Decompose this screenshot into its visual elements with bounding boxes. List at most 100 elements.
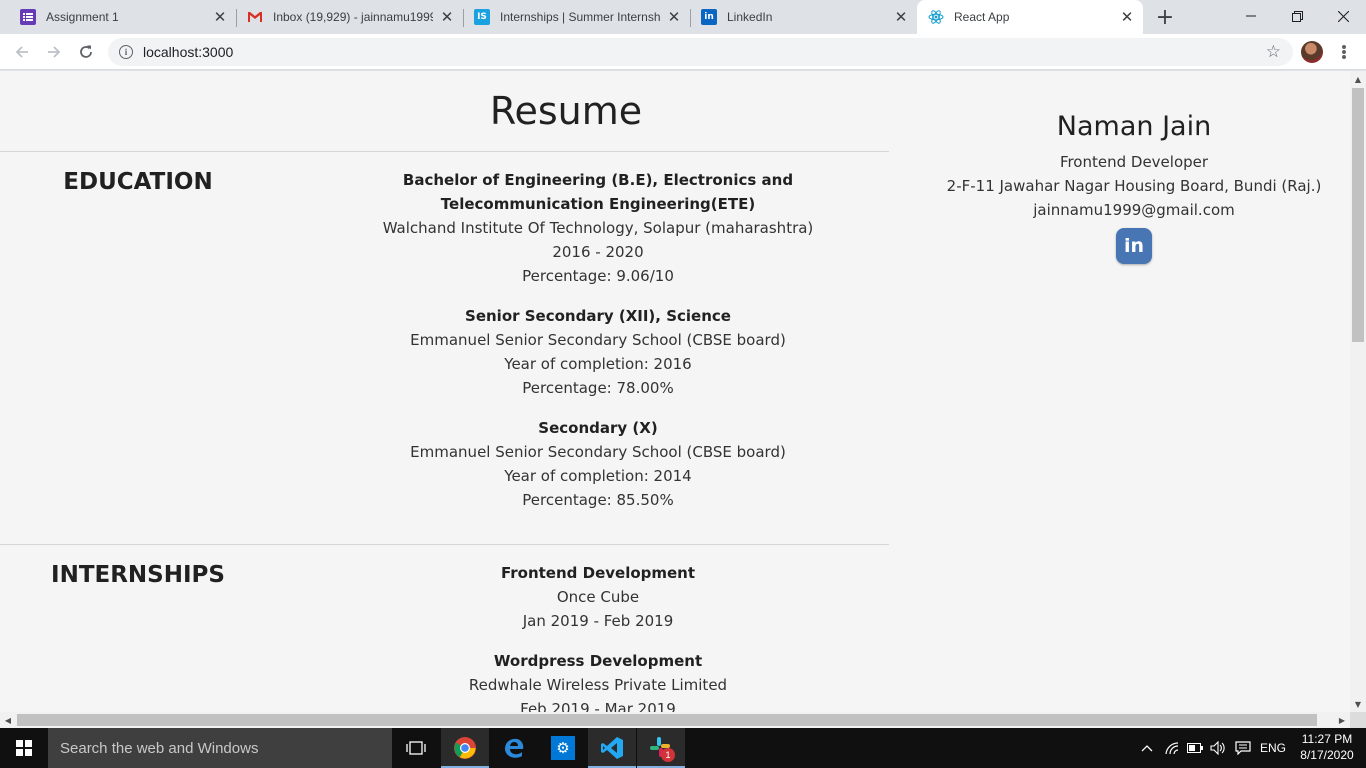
entry-years: Year of completion: 2016 — [504, 355, 692, 373]
browser-toolbar: i localhost:3000 ☆ — [0, 34, 1366, 70]
scrollbar-thumb[interactable] — [1352, 88, 1364, 342]
close-icon[interactable]: ✕ — [212, 8, 228, 26]
wifi-icon[interactable] — [1162, 728, 1182, 768]
taskbar-clock[interactable]: 11:27 PM 8/17/2020 — [1294, 731, 1360, 763]
entry-years: 2016 - 2020 — [552, 243, 644, 261]
close-icon[interactable]: ✕ — [893, 8, 909, 26]
new-tab-button[interactable]: + — [1152, 4, 1178, 30]
browser-menu-icon[interactable] — [1336, 40, 1352, 64]
entry-title: Secondary (X) — [538, 419, 658, 437]
education-entry: Senior Secondary (XII), Science Emmanuel… — [306, 304, 890, 400]
chrome-icon[interactable] — [441, 728, 489, 768]
taskbar-search-box[interactable]: Search the web and Windows — [48, 728, 392, 768]
profile-avatar[interactable] — [1301, 41, 1323, 63]
scroll-left-arrow-icon[interactable]: ◀ — [0, 712, 16, 728]
entry-score: Percentage: 78.00% — [522, 379, 674, 397]
education-entries: Bachelor of Engineering (B.E), Electroni… — [306, 168, 890, 528]
slack-icon[interactable]: 1 — [637, 728, 685, 768]
entry-institution: Emmanuel Senior Secondary School (CBSE b… — [410, 443, 786, 461]
linkedin-icon[interactable]: in — [1116, 228, 1152, 264]
battery-icon[interactable] — [1185, 728, 1205, 768]
back-arrow-icon — [15, 46, 28, 58]
tab-title: LinkedIn — [727, 10, 773, 24]
gmail-icon — [247, 9, 263, 25]
edge-icon[interactable] — [490, 728, 538, 768]
maximize-button[interactable] — [1274, 0, 1320, 32]
entry-title: Bachelor of Engineering (B.E), Electroni… — [402, 171, 794, 213]
start-button[interactable] — [0, 728, 48, 768]
tab-assignment[interactable]: Assignment 1 ✕ — [0, 0, 236, 34]
windows-logo-icon — [16, 740, 32, 756]
entry-dates: Jan 2019 - Feb 2019 — [522, 612, 674, 630]
scroll-down-arrow-icon[interactable]: ▼ — [1350, 696, 1366, 712]
entry-company: Redwhale Wireless Private Limited — [468, 676, 728, 694]
profile-card: Naman Jain Frontend Developer 2-F-11 Jaw… — [900, 111, 1350, 264]
profile-email[interactable]: jainnamu1999@gmail.com — [900, 198, 1350, 222]
internship-entry: Wordpress Development Redwhale Wireless … — [306, 649, 890, 712]
entry-score: Percentage: 9.06/10 — [522, 267, 674, 285]
tab-gmail[interactable]: Inbox (19,929) - jainnamu1999 ✕ — [227, 0, 463, 34]
entry-score: Percentage: 85.50% — [522, 491, 674, 509]
react-icon — [928, 9, 944, 25]
profile-role: Frontend Developer — [1059, 153, 1209, 171]
input-language-indicator[interactable]: ENG — [1257, 728, 1289, 768]
show-hidden-icons-chevron-icon[interactable] — [1138, 728, 1156, 768]
clock-time: 11:27 PM — [1301, 732, 1353, 746]
back-button[interactable] — [8, 38, 36, 66]
scrollbar-thumb[interactable] — [17, 714, 1317, 726]
entry-title: Wordpress Development — [493, 652, 703, 670]
entry-company: Once Cube — [556, 588, 640, 606]
section-heading-internships: INTERNSHIPS — [51, 562, 225, 588]
tab-react-app[interactable]: React App ✕ — [917, 0, 1143, 34]
profile-name: Naman Jain — [1056, 111, 1212, 142]
profile-address: 2-F-11 Jawahar Nagar Housing Board, Bund… — [946, 177, 1322, 195]
forward-button[interactable] — [40, 38, 68, 66]
vscode-icon[interactable] — [588, 728, 636, 768]
tab-title: Inbox (19,929) - jainnamu1999 — [273, 10, 433, 24]
internshala-icon: IS — [474, 9, 490, 25]
site-info-icon[interactable]: i — [119, 45, 133, 59]
entry-institution: Walchand Institute Of Technology, Solapu… — [382, 219, 814, 237]
entry-years: Year of completion: 2014 — [504, 467, 692, 485]
close-icon[interactable]: ✕ — [439, 8, 455, 26]
tab-title: React App — [954, 10, 1010, 24]
tab-strip: Assignment 1 ✕ Inbox (19,929) - jainnamu… — [0, 0, 1366, 34]
internship-entry: Frontend Development Once Cube Jan 2019 … — [306, 561, 890, 633]
settings-icon[interactable]: ⚙ — [539, 728, 587, 768]
close-window-button[interactable] — [1320, 0, 1366, 32]
section-heading-education: EDUCATION — [63, 169, 213, 195]
clock-date: 8/17/2020 — [1300, 748, 1354, 762]
section-divider — [0, 544, 889, 545]
scroll-right-arrow-icon[interactable]: ▶ — [1334, 712, 1350, 728]
url-text[interactable]: localhost:3000 — [143, 44, 233, 60]
tab-internships[interactable]: IS Internships | Summer Internshi ✕ — [454, 0, 690, 34]
linkedin-icon: in — [701, 9, 717, 25]
scroll-up-arrow-icon[interactable]: ▲ — [1350, 71, 1366, 87]
entry-title: Frontend Development — [500, 564, 696, 582]
bookmark-star-icon[interactable]: ☆ — [1266, 42, 1281, 62]
forward-arrow-icon — [48, 46, 61, 58]
windows-taskbar: Search the web and Windows ⚙ 1 ENG 11:27… — [0, 728, 1366, 768]
close-icon[interactable]: ✕ — [1119, 8, 1135, 26]
task-view-icon[interactable] — [392, 728, 440, 768]
reload-button[interactable] — [72, 38, 100, 66]
education-entry: Secondary (X) Emmanuel Senior Secondary … — [306, 416, 890, 512]
entry-institution: Emmanuel Senior Secondary School (CBSE b… — [410, 331, 786, 349]
internship-entries: Frontend Development Once Cube Jan 2019 … — [306, 561, 890, 712]
volume-icon[interactable] — [1208, 728, 1228, 768]
vertical-scrollbar[interactable]: ▲ ▼ — [1350, 71, 1366, 712]
horizontal-scrollbar[interactable]: ◀ ▶ — [0, 712, 1350, 728]
tab-title: Internships | Summer Internshi — [500, 10, 660, 24]
scrollbar-corner — [1350, 712, 1366, 728]
entry-dates: Feb 2019 - Mar 2019 — [520, 700, 676, 712]
notification-badge: 1 — [661, 748, 675, 762]
minimize-button[interactable] — [1228, 0, 1274, 32]
close-icon[interactable]: ✕ — [666, 8, 682, 26]
tab-linkedin[interactable]: in LinkedIn ✕ — [681, 0, 917, 34]
entry-title: Senior Secondary (XII), Science — [465, 307, 731, 325]
section-divider — [0, 151, 889, 152]
address-bar[interactable]: i localhost:3000 ☆ — [108, 38, 1293, 66]
forms-icon — [20, 9, 36, 25]
action-center-icon[interactable] — [1232, 728, 1254, 768]
education-entry: Bachelor of Engineering (B.E), Electroni… — [306, 168, 890, 288]
